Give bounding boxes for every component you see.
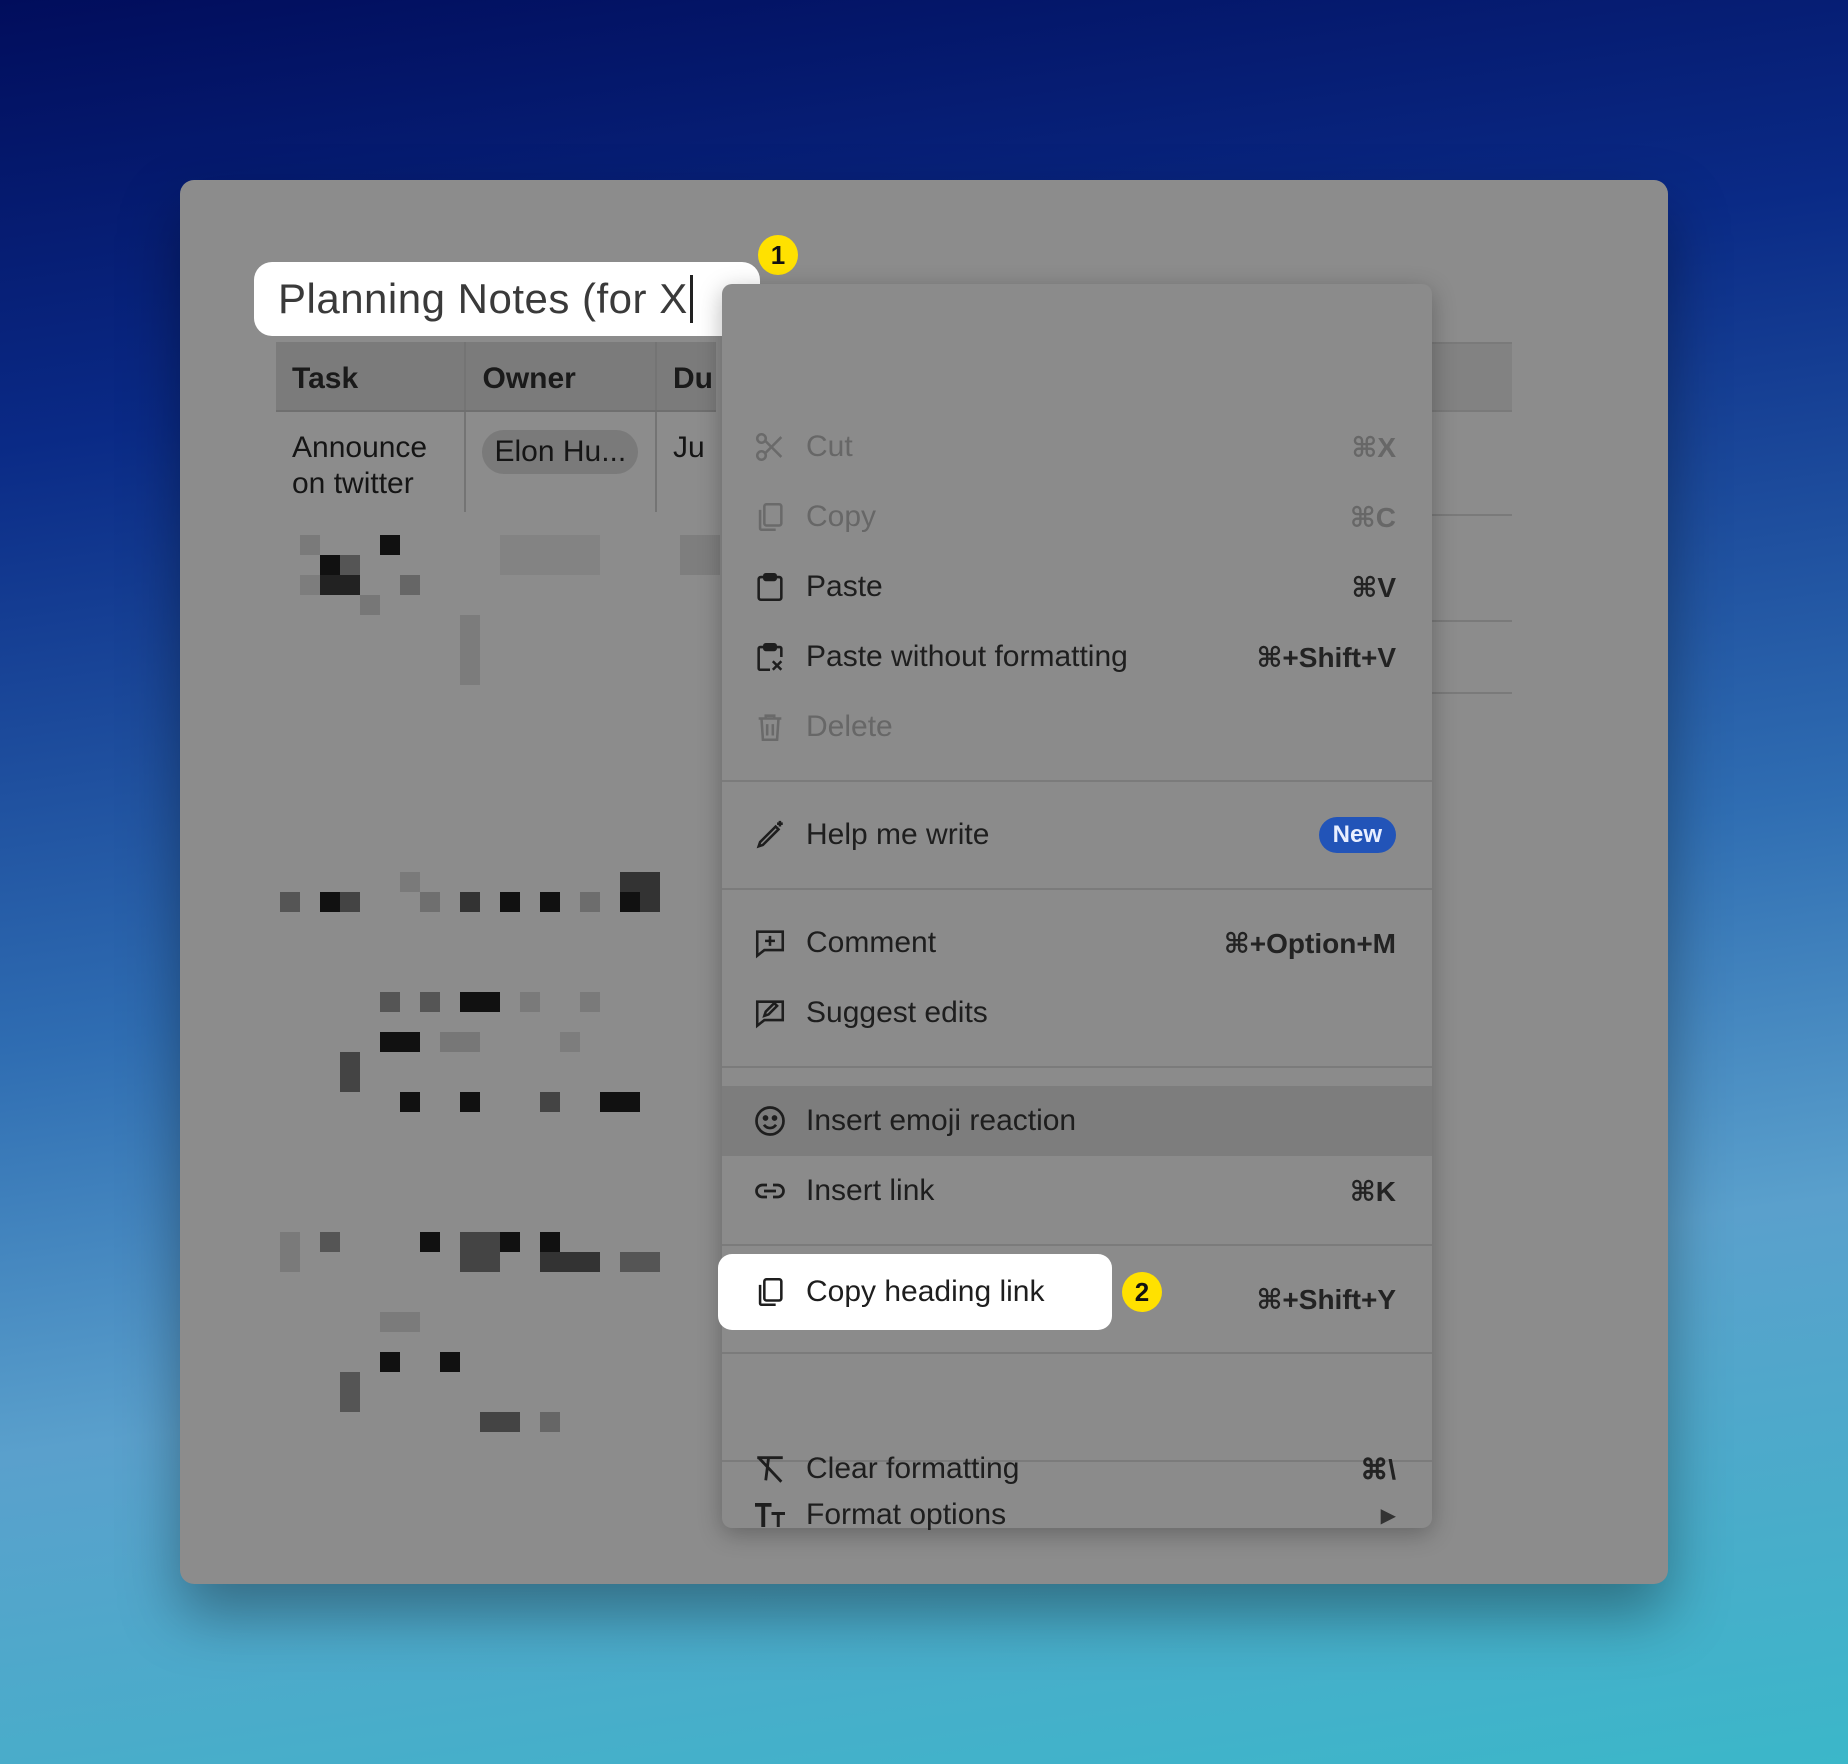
smiley-icon: [750, 1101, 790, 1141]
menu-item-comment[interactable]: Comment ⌘+Option+M: [722, 908, 1432, 978]
step-badge-2: 2: [1122, 1272, 1162, 1312]
menu-item-copy[interactable]: Copy ⌘C: [722, 482, 1432, 552]
table-header-row: Task Owner Du: [276, 342, 716, 412]
table-cell-task[interactable]: Announce on twitter: [276, 412, 467, 512]
menu-separator: [722, 1066, 1432, 1068]
table-cell-due[interactable]: Ju: [657, 412, 716, 512]
menu-separator: [722, 888, 1432, 890]
menu-item-insert-emoji-reaction[interactable]: Insert emoji reaction: [722, 1086, 1432, 1156]
table-line: [1432, 410, 1512, 412]
submenu-arrow-icon: ▶: [1380, 1504, 1396, 1527]
menu-item-cut[interactable]: Cut ⌘X: [722, 412, 1432, 482]
table-header-cell-hidden: [1432, 342, 1512, 410]
table-row: Announce on twitter Elon Hu... Ju: [276, 412, 716, 512]
menu-item-paste[interactable]: Paste ⌘V: [722, 552, 1432, 622]
menu-item-paste-without-formatting[interactable]: Paste without formatting ⌘+Shift+V: [722, 622, 1432, 692]
menu-separator: [722, 1352, 1432, 1354]
task-line-1: Announce: [292, 431, 428, 464]
clear-format-icon: [750, 1449, 790, 1489]
table-line: [1432, 514, 1512, 516]
clipboard-plain-icon: [750, 637, 790, 677]
menu-item-delete[interactable]: Delete: [722, 692, 1432, 762]
menu-item-help-me-write[interactable]: Help me write New: [722, 800, 1432, 870]
copy-link-icon: [750, 1272, 790, 1312]
trash-icon: [750, 707, 790, 747]
document-heading[interactable]: Planning Notes (for X: [254, 262, 760, 336]
copy-icon: [750, 497, 790, 537]
pen-sparkle-icon: [750, 815, 790, 855]
menu-item-insert-link[interactable]: Insert link ⌘K: [722, 1156, 1432, 1226]
heading-text: Planning Notes (for X: [278, 275, 688, 322]
table-line: [1432, 692, 1512, 694]
new-badge: New: [1318, 817, 1396, 853]
table-line: [1432, 342, 1512, 344]
menu-item-copy-heading-link[interactable]: Copy heading link: [718, 1254, 1112, 1330]
menu-item-clear-formatting-placeholder: [722, 1550, 1432, 1584]
menu-separator: [722, 1244, 1432, 1246]
document-window: Planning Notes (for X 1 Task Owner Du An…: [180, 180, 1668, 1584]
menu-item-clear-formatting[interactable]: Clear formatting ⌘\: [722, 1434, 1432, 1504]
task-line-2: on twitter: [292, 467, 414, 500]
step-badge-1: 1: [758, 235, 798, 275]
table-cell-owner[interactable]: Elon Hu...: [466, 412, 657, 512]
menu-separator: [722, 780, 1432, 782]
clipboard-icon: [750, 567, 790, 607]
table-header-owner: Owner: [466, 342, 657, 410]
menu-item-suggest-edits[interactable]: Suggest edits: [722, 978, 1432, 1048]
table-header-task: Task: [276, 342, 467, 410]
scissors-icon: [750, 427, 790, 467]
table-line: [1432, 620, 1512, 622]
comment-add-icon: [750, 923, 790, 963]
table-header-due: Du: [672, 362, 713, 395]
text-cursor: [689, 275, 693, 323]
doc-table: Task Owner Du Announce on twitter Elon H…: [276, 342, 716, 512]
context-menu: Cut ⌘X Copy ⌘C Paste ⌘V Paste without fo…: [722, 284, 1432, 1531]
link-icon: [750, 1171, 790, 1211]
owner-chip[interactable]: Elon Hu...: [482, 430, 639, 474]
suggest-edit-icon: [750, 993, 790, 1033]
